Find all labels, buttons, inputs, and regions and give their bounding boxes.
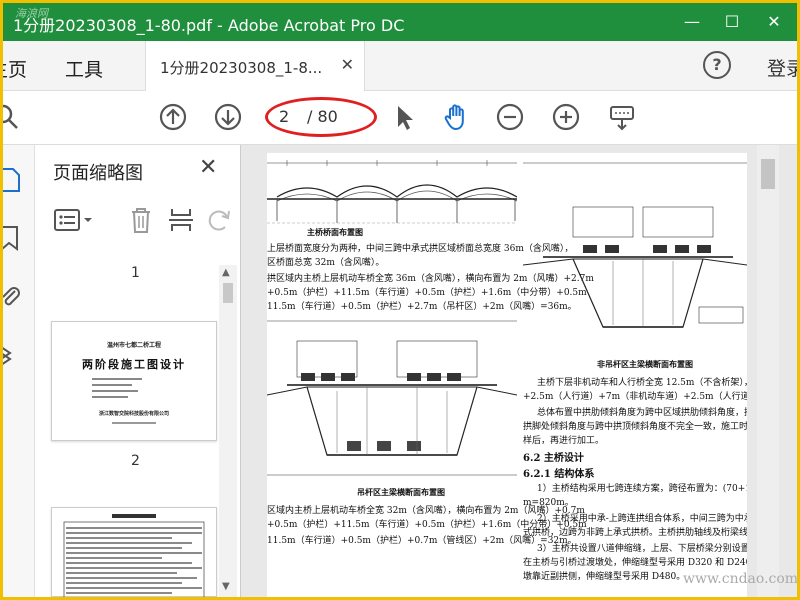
section-heading-6-2: 6.2 主桥设计 xyxy=(523,453,584,464)
thumbnails-scroll-thumb[interactable] xyxy=(223,283,233,303)
bridge-elevation-drawing xyxy=(267,160,517,224)
left-caption-1: 主桥桥面布置图 xyxy=(307,227,363,237)
right-text-4: 拱脚处倾斜角度与跨中拱顶倾斜角度不完全一致，施工时应根据 xyxy=(523,422,747,432)
thumbnails-scrollbar[interactable]: ▲ ▼ xyxy=(219,265,237,597)
window-title: 1分册20230308_1-80.pdf - Adobe Acrobat Pro… xyxy=(13,16,405,35)
zoom-out-icon[interactable] xyxy=(495,102,525,132)
red-highlight-ellipse xyxy=(265,97,377,137)
help-icon[interactable]: ? xyxy=(703,51,731,79)
page-thumbnails-icon[interactable] xyxy=(3,167,21,193)
right-text-9: 式拱桥，边跨为非跨上承式拱桥。主桥拱肋轴线及桁梁线均为空 xyxy=(523,528,747,538)
thumbnails-panel: 页面缩略图 ✕ 1 温州市七都二桥工程 两阶段施工图设计 浙江数智交院科技股份有… xyxy=(35,145,241,597)
right-text-3: 总体布置中拱肋倾斜角度为跨中区域拱肋倾斜角度，拱肋为 xyxy=(537,408,747,418)
right-text-2: +2.5m（人行道）+7m（非机动车道）+2.5m（人行道）+0.25m（ xyxy=(523,392,747,402)
tools-menu[interactable]: 工具 xyxy=(65,55,103,82)
document-tab-label: 1分册20230308_1-8... xyxy=(160,59,323,77)
non-hanger-section-drawing xyxy=(523,162,747,328)
right-text-11: 在主桥与引桥过渡墩处，伸缩缝型号采用 D320 和 D240；另外 xyxy=(523,558,747,568)
delete-page-icon[interactable] xyxy=(127,205,155,235)
title-bar: 海浪网 1分册20230308_1-80.pdf - Adobe Acrobat… xyxy=(3,3,797,41)
hanger-section-drawing xyxy=(267,320,517,476)
scroll-up-icon[interactable]: ▲ xyxy=(222,267,230,278)
select-cursor-icon[interactable] xyxy=(389,102,419,132)
options-menu-icon[interactable] xyxy=(53,207,95,233)
page-2-thumbnail[interactable]: 温州市七都二桥工程 两阶段施工图设计 浙江数智交院科技股份有限公司 xyxy=(51,321,217,441)
page-2-label: 2 xyxy=(131,453,140,469)
thumb3-table-graphic xyxy=(63,514,205,597)
maximize-button[interactable]: ☐ xyxy=(717,9,747,35)
zoom-in-icon[interactable] xyxy=(551,102,581,132)
thumb2-title: 两阶段施工图设计 xyxy=(82,358,186,371)
right-text-7: m=820m。 xyxy=(523,498,574,508)
main-toolbar: 2 / 80 xyxy=(3,91,797,145)
minimize-button[interactable]: — xyxy=(677,9,707,35)
thumbnail-tools xyxy=(49,205,230,235)
document-view[interactable]: 主桥桥面布置图 上层桥面宽度分为两种，中间三跨中承式拱区域桥面总宽度 36m（含… xyxy=(241,145,797,597)
thumb2-text-lines xyxy=(92,378,142,398)
right-text-5: 样后，再进行加工。 xyxy=(523,436,605,446)
previous-page-icon[interactable] xyxy=(158,102,188,132)
close-panel-icon[interactable]: ✕ xyxy=(199,155,217,180)
document-tab[interactable]: 1分册20230308_1-8... ✕ xyxy=(145,41,365,91)
close-tab-icon[interactable]: ✕ xyxy=(341,55,354,74)
right-text-1: 主桥下层非机动车和人行桥全宽 12.5m（不含析架），横向布 xyxy=(537,378,747,388)
close-window-button[interactable]: ✕ xyxy=(759,9,789,35)
thumb2-heading: 温州市七都二桥工程 xyxy=(106,342,161,349)
thumb2-company: 浙江数智交院科技股份有限公司 xyxy=(98,411,169,417)
attachment-icon[interactable] xyxy=(3,283,21,309)
tab-bar: 主页 工具 1分册20230308_1-8... ✕ ? 登录 xyxy=(3,41,797,91)
pdf-page: 主桥桥面布置图 上层桥面宽度分为两种，中间三跨中承式拱区域桥面总宽度 36m（含… xyxy=(267,153,747,597)
document-scroll-thumb[interactable] xyxy=(761,159,775,189)
site-watermark: www.cndao.com xyxy=(683,571,797,587)
right-text-10: 3）主桥共设置八道伸缩缝，上层、下层桥梁分别设置四道； xyxy=(537,544,747,554)
rotate-page-icon[interactable] xyxy=(205,205,233,235)
thumb2-date-line xyxy=(112,422,156,424)
extract-page-icon[interactable] xyxy=(167,205,195,235)
right-caption-1: 非吊杆区主梁横断面布置图 xyxy=(597,359,693,369)
document-scrollbar[interactable] xyxy=(757,145,779,597)
login-link[interactable]: 登录 xyxy=(767,54,797,81)
right-text-8: 2）主桥采用中承-上跨连拱组合体系，中间三跨为中承式提篮 xyxy=(537,514,747,524)
home-menu[interactable]: 主页 xyxy=(3,55,27,82)
right-text-6: 1）主桥结构采用七跨连续方案，跨径布置为：(70+100+140 xyxy=(537,484,747,494)
scroll-mode-icon[interactable] xyxy=(607,102,637,132)
panel-title: 页面缩略图 xyxy=(53,163,143,184)
scroll-down-icon[interactable]: ▼ xyxy=(222,581,230,592)
acrobat-window: 海浪网 1分册20230308_1-80.pdf - Adobe Acrobat… xyxy=(3,3,797,597)
section-heading-6-2-1: 6.2.1 结构体系 xyxy=(523,469,595,480)
next-page-icon[interactable] xyxy=(213,102,243,132)
navigation-rail xyxy=(3,145,35,597)
hand-tool-icon[interactable] xyxy=(441,102,471,132)
bookmark-icon[interactable] xyxy=(3,225,21,251)
right-text-12: 墩靠近副拱侧，伸缩缝型号采用 D480。 xyxy=(523,572,686,582)
page-3-thumbnail[interactable] xyxy=(51,507,217,597)
layers-icon[interactable] xyxy=(3,341,21,367)
left-caption-2: 吊杆区主梁横断面布置图 xyxy=(357,487,445,497)
zoom-search-icon[interactable] xyxy=(3,102,21,132)
left-text-2: 区桥面总宽 32m（含风嘴）。 xyxy=(267,258,385,268)
page-1-label: 1 xyxy=(131,265,140,281)
